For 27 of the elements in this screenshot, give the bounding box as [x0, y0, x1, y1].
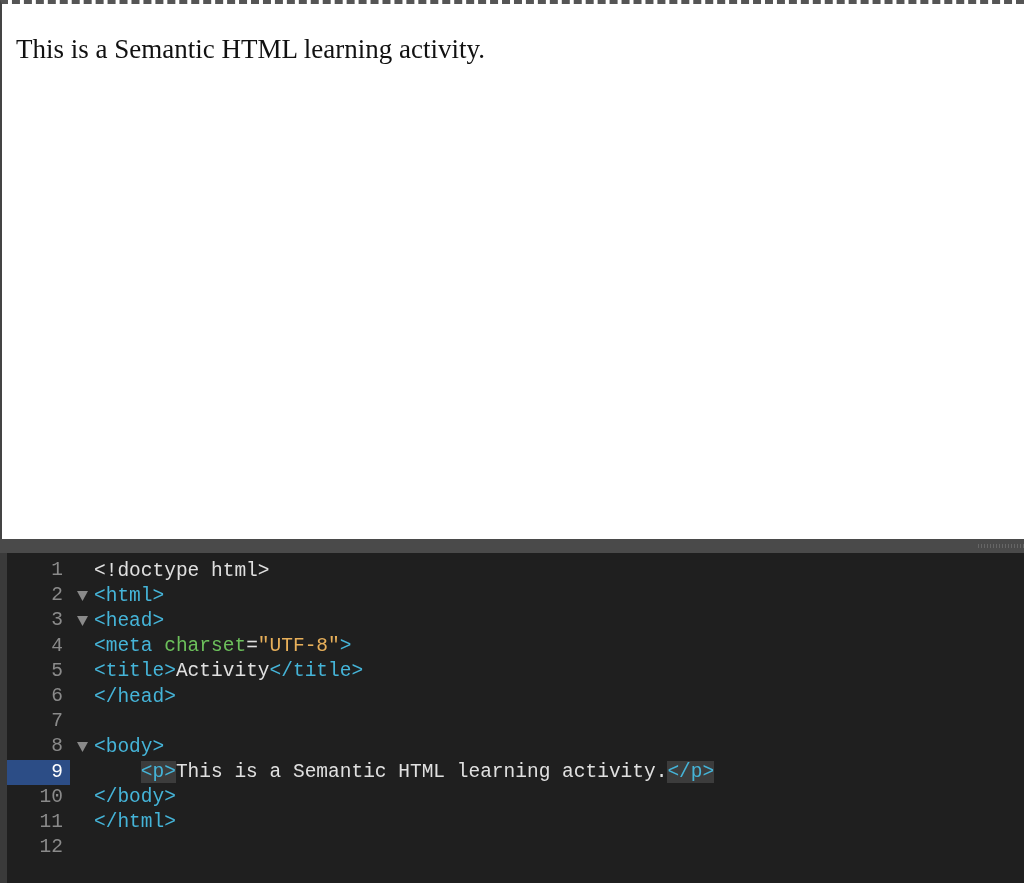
line-number: 11	[38, 809, 64, 835]
code-line: <html>	[94, 584, 165, 607]
code-line: <!doctype html>	[94, 559, 270, 582]
line-number: 3	[50, 608, 64, 634]
line-number: 4	[50, 633, 64, 659]
code-line: <p>This is a Semantic HTML learning activity.</p>	[140, 761, 715, 784]
fold-triangle-icon[interactable]	[76, 615, 88, 627]
line-number: 10	[38, 784, 64, 810]
code-line: <body>	[94, 735, 165, 758]
fold-triangle-icon[interactable]	[76, 741, 88, 753]
line-number: 9	[7, 759, 70, 785]
line-number: 7	[50, 709, 64, 735]
code-line: <title>Activity</title>	[94, 660, 364, 683]
line-number: 6	[50, 683, 64, 709]
line-number: 2	[50, 583, 64, 609]
code-editor[interactable]: 1 <!doctype html> 2 <html> 3 <head> 4 <meta charset="UTF-8"> 5 <title>Activity</title> 6 </head> 7 8 <body> 9 <p>This is a Semantic HTML learning activity.</p> 10 </body> 11 </html> 12	[0, 553, 1024, 883]
line-number: 5	[50, 658, 64, 684]
code-line: <head>	[94, 609, 165, 632]
fold-triangle-icon[interactable]	[76, 590, 88, 602]
code-line: </html>	[94, 811, 176, 834]
line-number: 8	[50, 734, 64, 760]
line-number: 12	[38, 835, 64, 861]
line-number: 1	[50, 558, 64, 583]
preview-text: This is a Semantic HTML learning activity.	[16, 34, 485, 65]
code-line: </head>	[94, 685, 176, 708]
code-line: <meta charset="UTF-8">	[94, 635, 352, 658]
code-line: </body>	[94, 786, 176, 809]
